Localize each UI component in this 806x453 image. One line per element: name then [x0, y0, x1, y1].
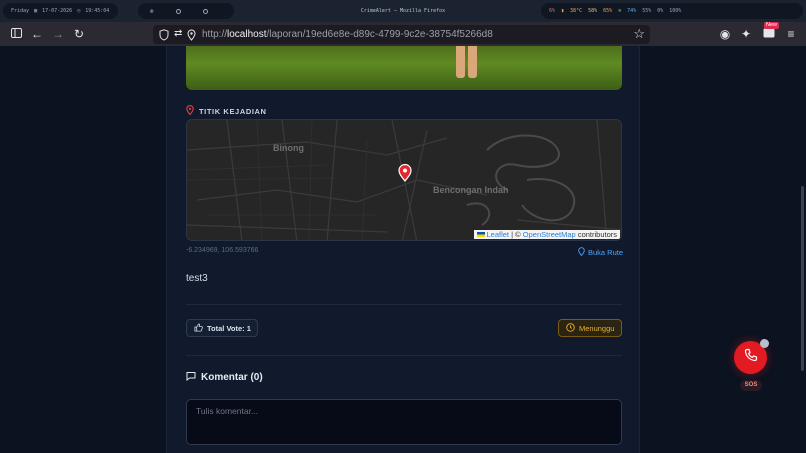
network-stat: 74%: [627, 8, 637, 14]
sos-label: SOS: [740, 380, 762, 391]
open-route-label: Buka Rute: [588, 248, 624, 257]
url-host: localhost: [227, 29, 267, 40]
route-pin-icon: [578, 247, 585, 258]
browser-toolbar: ← → ↻ ⇄ http://localhost/laporan/19ed6e8…: [0, 22, 806, 46]
url-prefix: http://: [202, 29, 228, 40]
openstreetmap-link[interactable]: OpenStreetMap: [523, 230, 576, 239]
new-badge: New: [764, 22, 780, 29]
report-description: test3: [186, 273, 208, 284]
attribution-suffix: contributors: [577, 230, 617, 239]
reload-icon[interactable]: ↻: [72, 27, 86, 41]
report-photo: [186, 46, 622, 90]
map-label-binong: Binong: [273, 143, 304, 153]
location-heading-text: TITIK KEJADIAN: [199, 106, 267, 116]
comment-bubble-icon: [186, 371, 196, 384]
location-pin-icon[interactable]: [187, 28, 196, 46]
divider: [186, 304, 622, 305]
clock-status-icon: [566, 322, 575, 334]
cpu-stat: 6%: [549, 8, 556, 14]
status-badge: Menunggu: [558, 319, 622, 337]
page-content: TITIK KEJADIAN Binong Bencongan Indah Le…: [0, 46, 806, 453]
bookmark-star-icon[interactable]: ☆: [633, 26, 645, 42]
divider: [186, 355, 622, 356]
location-heading: TITIK KEJADIAN: [186, 105, 267, 117]
map-attribution: Leaflet | © OpenStreetMap contributors: [473, 230, 620, 239]
address-bar[interactable]: ⇄ http://localhost/laporan/19ed6e8e-d89c…: [153, 25, 650, 44]
vote-button[interactable]: Total Vote: 1: [186, 319, 258, 337]
firefox-account-icon[interactable]: ◉: [718, 27, 732, 41]
status-label: Menunggu: [579, 323, 615, 333]
url-text[interactable]: http://localhost/laporan/19ed6e8e-d89c-4…: [202, 29, 493, 40]
temperature-stat: 38°C: [570, 8, 583, 14]
forward-arrow-icon[interactable]: →: [51, 27, 65, 41]
back-arrow-icon[interactable]: ←: [30, 27, 44, 41]
comments-title: Komentar (0): [201, 372, 263, 383]
photo-subject-leg-left: [456, 46, 465, 78]
wifi-icon: ≋: [618, 8, 622, 14]
os-top-bar: Friday ▦ 17-07-2026 ◷ 19:45:04 ⊛ CrimeAl…: [0, 0, 806, 22]
insecure-connection-icon[interactable]: ⇄: [174, 28, 182, 39]
map-label-bencongan-indah: Bencongan Indah: [433, 185, 509, 195]
open-route-link[interactable]: Buka Rute: [578, 247, 623, 258]
shield-icon[interactable]: [159, 28, 169, 46]
disk-stat: 65%: [603, 8, 613, 14]
page-scrollbar[interactable]: [801, 186, 804, 371]
battery-stat: 100%: [669, 8, 682, 14]
coordinates-text: -6.234969, 106.593766: [186, 247, 259, 254]
volume-stat: 0%: [657, 8, 664, 14]
sos-indicator-dot: [760, 339, 769, 348]
comments-heading: Komentar (0): [186, 371, 263, 384]
photo-subject-leg-right: [468, 46, 477, 78]
menu-hamburger-icon[interactable]: ≡: [784, 27, 798, 41]
leaflet-link[interactable]: Leaflet: [487, 230, 510, 239]
sidebar-toggle-icon[interactable]: [9, 27, 23, 41]
report-card: TITIK KEJADIAN Binong Bencongan Indah Le…: [166, 46, 640, 453]
flag-icon: [476, 232, 485, 237]
extensions-icon[interactable]: ✦: [739, 27, 753, 41]
incident-map[interactable]: Binong Bencongan Indah Leaflet | © OpenS…: [186, 119, 622, 241]
phone-icon: [744, 348, 758, 367]
map-pin-icon: [186, 105, 194, 117]
brightness-stat: 55%: [642, 8, 652, 14]
vote-count-label: Total Vote: 1: [207, 323, 251, 333]
incident-marker-icon[interactable]: [398, 163, 412, 187]
os-system-stats: 6% ▮ 38°C 58% 65% ≋ 74% 55% 0% 100%: [541, 3, 803, 19]
url-path: /laporan/19ed6e8e-d89c-4799-9c2e-38754f5…: [266, 29, 493, 40]
pocket-icon[interactable]: New: [762, 22, 780, 41]
memory-stat: 58%: [588, 8, 598, 14]
thumbs-up-icon: [194, 322, 203, 334]
comment-input[interactable]: [186, 399, 622, 445]
thermometer-icon: ▮: [561, 8, 565, 14]
